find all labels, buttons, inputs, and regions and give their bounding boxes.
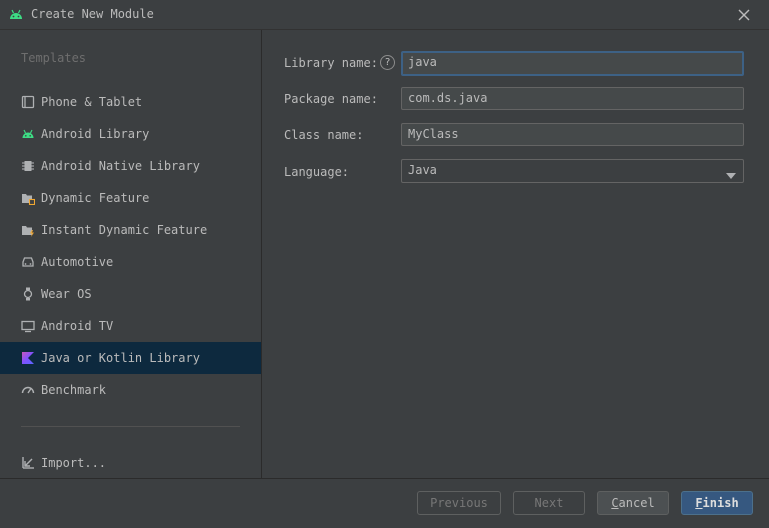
sidebar-item-java-kotlin-library[interactable]: Java or Kotlin Library	[0, 342, 261, 374]
sidebar-divider	[21, 426, 240, 427]
language-select[interactable]: Java	[401, 159, 744, 183]
class-name-label: Class name:	[284, 128, 364, 142]
sidebar-item-android-library[interactable]: Android Library	[0, 118, 261, 150]
sidebar-item-android-native-library[interactable]: Android Native Library	[0, 150, 261, 182]
templates-heading: Templates	[21, 51, 87, 65]
car-icon	[21, 255, 35, 269]
title-bar: Create New Module	[0, 0, 769, 30]
sidebar-item-automotive[interactable]: Automotive	[0, 246, 261, 278]
sidebar-item-label: Automotive	[41, 255, 114, 269]
import-label: Import...	[41, 456, 107, 470]
close-icon[interactable]	[736, 7, 752, 23]
sidebar-item-label: Android TV	[41, 319, 114, 333]
window-title: Create New Module	[31, 7, 154, 21]
android-studio-icon	[8, 7, 24, 24]
import-item[interactable]: Import...	[0, 447, 261, 479]
cancel-mnemonic: C	[611, 496, 619, 510]
package-name-input[interactable]: com.ds.java	[401, 87, 744, 110]
package-name-label: Package name:	[284, 92, 378, 106]
sidebar-item-label: Dynamic Feature	[41, 191, 150, 205]
sidebar-item-label: Wear OS	[41, 287, 92, 301]
import-arrow-icon	[21, 456, 35, 470]
library-name-label: Library name:	[284, 56, 378, 70]
sidebar-item-label: Android Native Library	[41, 159, 200, 173]
previous-button[interactable]: Previous	[417, 491, 501, 515]
android-icon	[21, 127, 35, 141]
chip-icon	[21, 159, 35, 173]
finish-button[interactable]: Finish	[681, 491, 753, 515]
next-button[interactable]: Next	[513, 491, 585, 515]
templates-sidebar: Templates Phone & Tablet Android Library…	[0, 30, 262, 478]
cancel-label-rest: ancel	[618, 496, 655, 510]
sidebar-item-instant-dynamic-feature[interactable]: Instant Dynamic Feature	[0, 214, 261, 246]
sidebar-item-label: Instant Dynamic Feature	[41, 223, 208, 237]
sidebar-item-phone-tablet[interactable]: Phone & Tablet	[0, 86, 261, 118]
sidebar-item-label: Benchmark	[41, 383, 107, 397]
watch-icon	[21, 287, 35, 301]
class-name-input[interactable]: MyClass	[401, 123, 744, 146]
help-icon[interactable]: ?	[380, 55, 395, 70]
library-name-input[interactable]: java	[401, 51, 744, 76]
sidebar-item-label: Java or Kotlin Library	[41, 351, 200, 365]
language-label: Language:	[284, 165, 350, 179]
phone-tablet-icon	[21, 95, 35, 109]
sidebar-item-benchmark[interactable]: Benchmark	[0, 374, 261, 406]
folder-instant-icon	[21, 223, 35, 237]
tv-icon	[21, 319, 35, 333]
finish-label-rest: inish	[702, 496, 739, 510]
sidebar-item-wear-os[interactable]: Wear OS	[0, 278, 261, 310]
sidebar-item-dynamic-feature[interactable]: Dynamic Feature	[0, 182, 261, 214]
dialog-footer: Previous Next Cancel Finish	[0, 478, 769, 528]
module-form: Library name: ? java Package name: com.d…	[262, 30, 769, 478]
gauge-icon	[21, 383, 35, 397]
cancel-button[interactable]: Cancel	[597, 491, 669, 515]
sidebar-item-label: Android Library	[41, 127, 150, 141]
language-value: Java	[408, 163, 437, 177]
chevron-down-icon	[726, 168, 736, 182]
sidebar-item-label: Phone & Tablet	[41, 95, 143, 109]
folder-feature-icon	[21, 191, 35, 205]
finish-mnemonic: F	[695, 496, 703, 510]
sidebar-item-android-tv[interactable]: Android TV	[0, 310, 261, 342]
kotlin-icon	[21, 351, 35, 365]
